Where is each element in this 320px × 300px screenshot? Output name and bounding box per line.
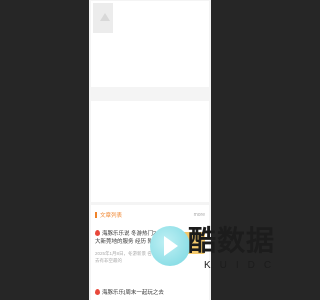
content-card: [91, 101, 209, 202]
header-card: [91, 1, 209, 87]
watermark-subtext: KUIDC: [204, 260, 281, 271]
section-title: 文章列表: [100, 213, 123, 219]
hot-icon: [95, 289, 100, 295]
hot-icon: [95, 230, 100, 236]
list-item[interactable]: 海豚乐乐|周末一起玩之去: [95, 289, 205, 300]
watermark-logo: 酷数据 KUIDC: [144, 218, 294, 280]
article-title[interactable]: 海豚乐乐|周末一起玩之去: [95, 289, 173, 297]
image-placeholder-icon: [93, 3, 113, 33]
watermark-icon: [150, 226, 190, 266]
watermark-text: 酷数据: [188, 225, 276, 256]
section-bar: [95, 212, 97, 218]
